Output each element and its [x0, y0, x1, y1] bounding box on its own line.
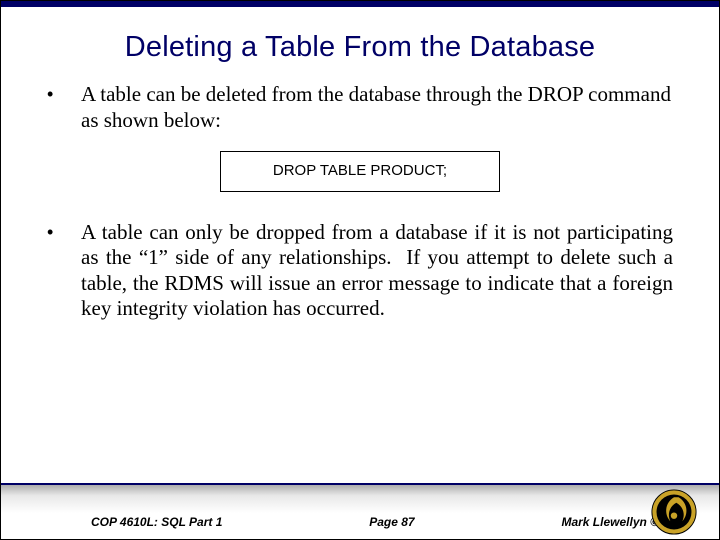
footer-gradient: [1, 483, 719, 513]
bullet-text: A table can be deleted from the database…: [81, 82, 673, 133]
footer-author: Mark Llewellyn ©: [561, 515, 659, 529]
ucf-pegasus-logo-icon: [651, 489, 697, 535]
bullet-item: • A table can be deleted from the databa…: [47, 82, 673, 133]
footer-page: Page 87: [369, 515, 414, 529]
slide-body: • A table can be deleted from the databa…: [1, 82, 719, 483]
slide: Deleting a Table From the Database • A t…: [0, 0, 720, 540]
code-box: DROP TABLE PRODUCT;: [220, 151, 500, 191]
footer-accent-line: [1, 483, 719, 485]
bullet-item: • A table can only be dropped from a dat…: [47, 220, 673, 322]
footer-text-row: COP 4610L: SQL Part 1 Page 87 Mark Llewe…: [1, 515, 719, 529]
bullet-marker: •: [47, 82, 81, 133]
bullet-marker: •: [47, 220, 81, 322]
slide-title: Deleting a Table From the Database: [1, 7, 719, 82]
bullet-text: A table can only be dropped from a datab…: [81, 220, 673, 322]
footer: COP 4610L: SQL Part 1 Page 87 Mark Llewe…: [1, 483, 719, 539]
footer-course: COP 4610L: SQL Part 1: [91, 515, 222, 529]
